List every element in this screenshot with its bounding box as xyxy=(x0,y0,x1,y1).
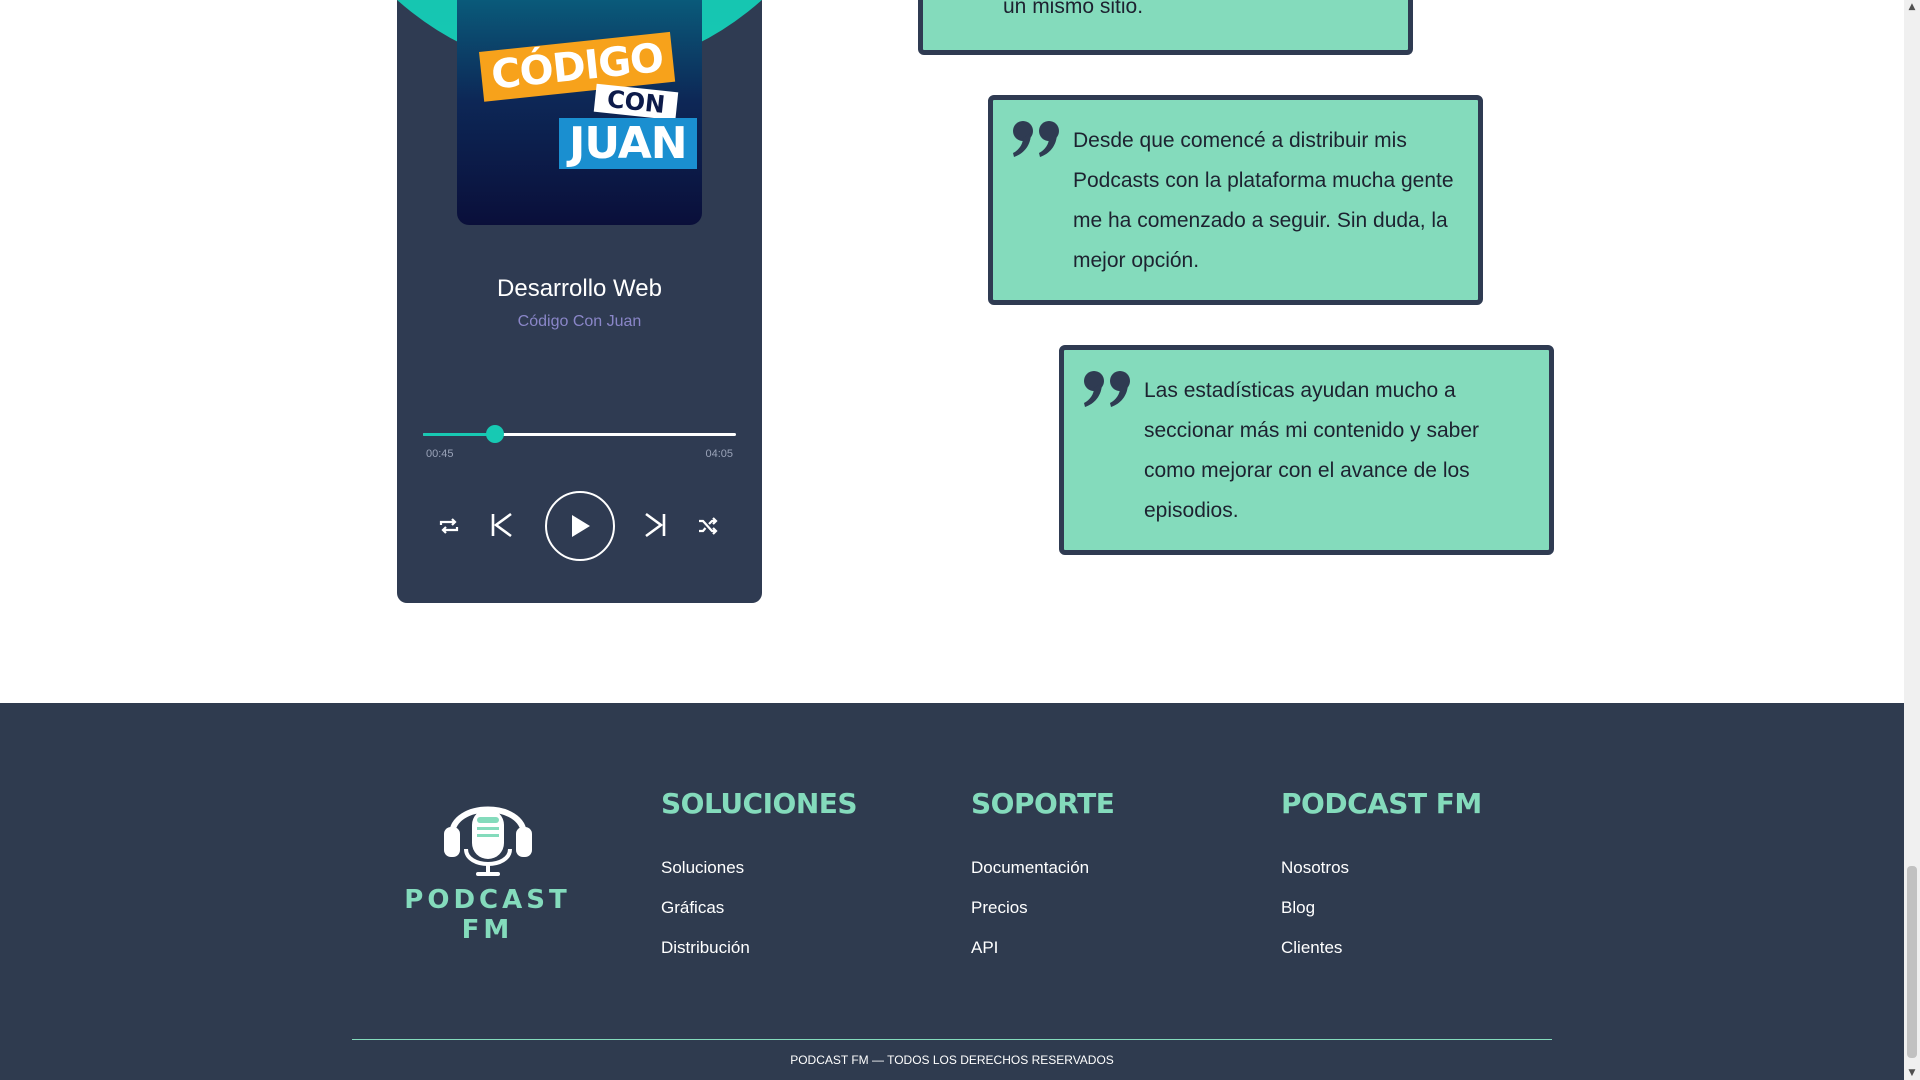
scrollbar-thumb[interactable] xyxy=(1907,866,1917,1058)
site-footer: PODCAST FM SOLUCIONES Soluciones Gráfica… xyxy=(0,703,1904,1080)
footer-divider xyxy=(352,1039,1552,1040)
testimonial-text: Desde que comencé a distribuir mis Podca… xyxy=(1073,129,1454,272)
track-title: Desarrollo Web xyxy=(497,275,662,302)
testimonial-text: Las estadísticas ayudan mucho a secciona… xyxy=(1144,379,1479,522)
progress-fill xyxy=(423,433,495,436)
previous-icon xyxy=(491,512,512,538)
current-time: 00:45 xyxy=(426,448,454,460)
quote-icon xyxy=(1084,371,1130,407)
cover-logo-con: CON xyxy=(593,83,679,121)
quote-icon xyxy=(1013,121,1059,157)
scroll-up-arrow-icon[interactable]: ▲ xyxy=(1907,2,1917,12)
progress-slider[interactable] xyxy=(423,425,736,443)
play-icon xyxy=(572,515,590,537)
audio-player-card: CÓDIGO CON JUAN Desarrollo Web Código Co… xyxy=(397,0,762,603)
footer-link[interactable]: Precios xyxy=(971,888,1114,928)
testimonial-card: Desde que comencé a distribuir mis Podca… xyxy=(988,95,1483,305)
testimonial-card: un mismo sitio. xyxy=(918,0,1413,55)
footer-link[interactable]: Clientes xyxy=(1281,928,1482,968)
repeat-button[interactable] xyxy=(435,512,463,540)
footer-column-podcast-fm: PODCAST FM Nosotros Blog Clientes xyxy=(1281,787,1482,968)
footer-link[interactable]: Distribución xyxy=(661,928,857,968)
copyright-text: PODCAST FM — TODOS LOS DERECHOS RESERVAD… xyxy=(790,1053,1114,1067)
footer-link[interactable]: Blog xyxy=(1281,888,1482,928)
podcast-microphone-logo-icon xyxy=(443,806,532,876)
cover-logo-juan: JUAN xyxy=(559,118,697,169)
shuffle-icon xyxy=(699,517,718,535)
track-artist: Código Con Juan xyxy=(517,313,642,330)
footer-column-title: SOLUCIONES xyxy=(661,787,858,820)
podcast-cover-art: CÓDIGO CON JUAN xyxy=(457,0,702,225)
repeat-icon xyxy=(439,518,459,534)
footer-brand[interactable]: PODCAST FM xyxy=(385,783,590,945)
play-button[interactable] xyxy=(545,491,615,561)
footer-link[interactable]: Documentación xyxy=(971,848,1114,888)
total-time: 04:05 xyxy=(705,448,733,460)
main-content: CÓDIGO CON JUAN Desarrollo Web Código Co… xyxy=(0,0,1904,703)
progress-thumb[interactable] xyxy=(485,425,504,443)
footer-link[interactable]: Soluciones xyxy=(661,848,857,888)
testimonial-card: Las estadísticas ayudan mucho a secciona… xyxy=(1059,345,1554,555)
footer-column-title: SOPORTE xyxy=(971,787,1115,820)
next-button[interactable] xyxy=(640,510,670,540)
next-icon xyxy=(645,512,666,538)
vertical-scrollbar[interactable]: ▲ ▼ xyxy=(1904,0,1920,1080)
footer-column-soluciones: SOLUCIONES Soluciones Gráficas Distribuc… xyxy=(661,787,858,968)
testimonial-text: un mismo sitio. xyxy=(1003,0,1144,18)
shuffle-button[interactable] xyxy=(694,512,722,540)
scroll-down-arrow-icon[interactable]: ▼ xyxy=(1907,1068,1917,1078)
footer-link[interactable]: API xyxy=(971,928,1114,968)
footer-column-soporte: SOPORTE Documentación Precios API xyxy=(971,787,1115,968)
footer-brand-name: PODCAST FM xyxy=(404,885,571,945)
footer-link[interactable]: Nosotros xyxy=(1281,848,1482,888)
footer-column-title: PODCAST FM xyxy=(1281,787,1482,820)
previous-button[interactable] xyxy=(487,510,517,540)
footer-link[interactable]: Gráficas xyxy=(661,888,857,928)
